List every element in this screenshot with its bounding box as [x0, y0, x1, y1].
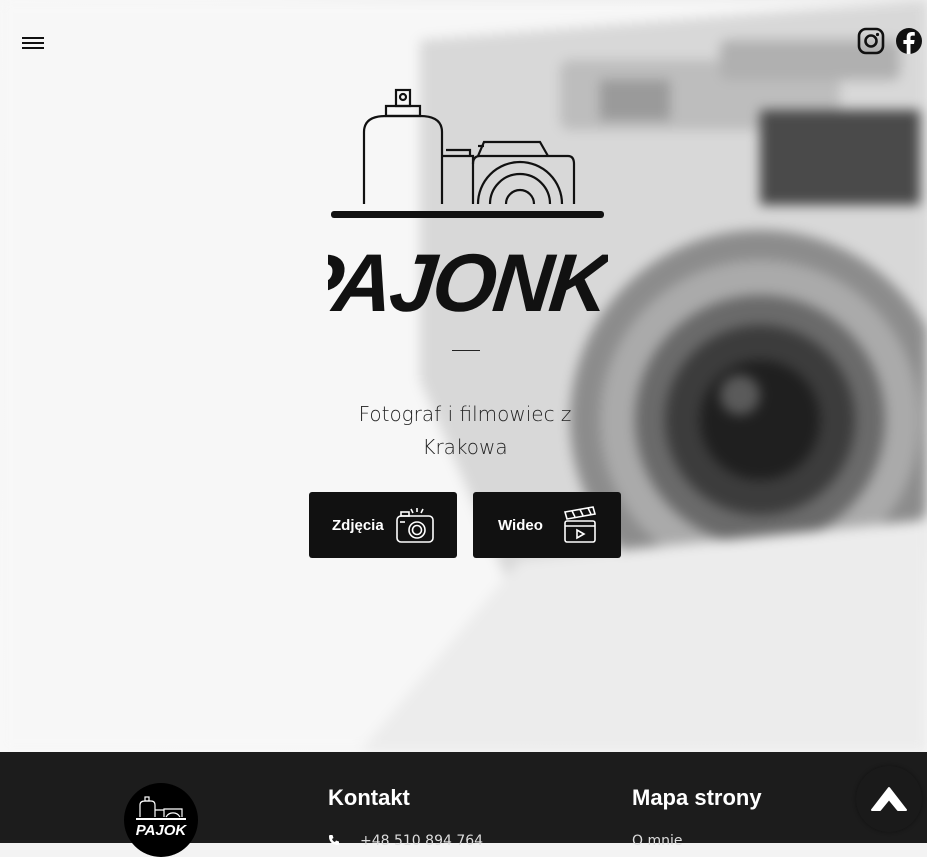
camera-icon	[396, 508, 434, 543]
brand-logo: PAJONK	[284, 86, 619, 329]
tagline-line-2: Krakowa	[422, 435, 508, 459]
video-button-label: Wideo	[498, 516, 543, 534]
photos-button[interactable]: Zdjęcia	[309, 492, 457, 558]
footer-logo-text: PAJOK	[136, 822, 188, 839]
hero-section: PAJONK Fotograf i filmowiec z Krakowa Zd…	[0, 0, 927, 752]
sitemap-heading: Mapa strony	[632, 785, 762, 810]
clapperboard-icon	[563, 506, 597, 543]
divider-line	[452, 350, 480, 351]
photos-button-label: Zdjęcia	[332, 516, 384, 534]
instagram-icon[interactable]	[857, 27, 885, 55]
video-button[interactable]: Wideo	[473, 492, 621, 558]
scroll-to-top-button[interactable]	[856, 766, 922, 832]
phone-icon	[329, 835, 339, 845]
tagline-line-1: Fotograf i filmowiec z	[358, 402, 572, 426]
contact-phone[interactable]: +48 510 894 764	[360, 833, 483, 849]
hamburger-menu-button[interactable]	[22, 34, 44, 52]
footer: PAJOK Kontakt +48 510 894 764 Mapa stron…	[0, 752, 927, 857]
facebook-icon[interactable]	[895, 27, 923, 55]
sitemap-link-about[interactable]: O mnie	[632, 833, 682, 849]
hero-tagline: Fotograf i filmowiec z Krakowa	[330, 398, 600, 464]
logo-wordmark: PAJONK	[328, 238, 608, 326]
chevron-up-icon	[871, 787, 907, 811]
footer-logo[interactable]: PAJOK	[124, 783, 198, 857]
contact-heading: Kontakt	[328, 785, 410, 810]
